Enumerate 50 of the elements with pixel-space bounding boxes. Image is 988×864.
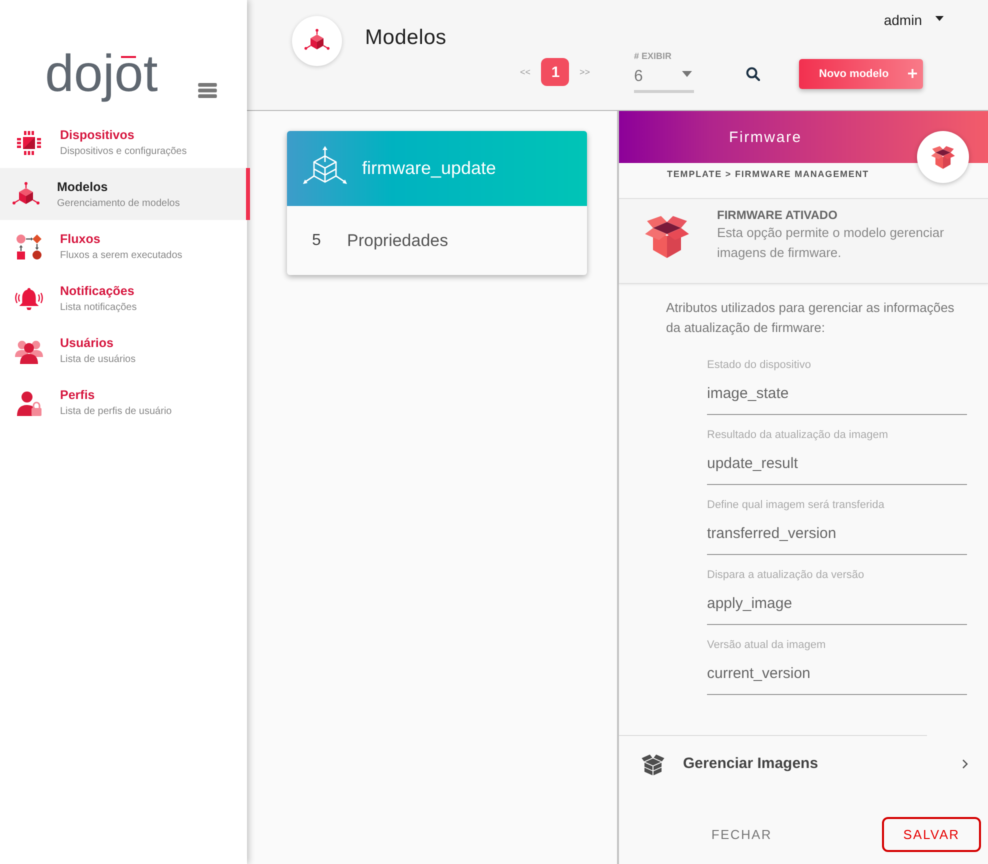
template-card[interactable]: firmware_update 5 Propriedades: [287, 131, 587, 275]
box-icon: [917, 131, 969, 183]
breadcrumb: TEMPLATE > FIRMWARE MANAGEMENT: [666, 168, 870, 181]
text-field[interactable]: transferred_version: [707, 524, 967, 555]
properties-label: Propriedades: [347, 230, 448, 250]
new-model-button[interactable]: Novo modelo: [799, 58, 923, 88]
chip-icon: [15, 129, 43, 157]
next-page-link[interactable]: >>: [579, 66, 590, 78]
template-name: firmware_update: [362, 158, 496, 179]
previous-page-link[interactable]: <<: [520, 66, 530, 78]
intro-text: Atributos utilizados para gerenciar as informações da atualização de firmware:: [666, 299, 956, 337]
field-label: Resultado da atualização da imagem: [707, 428, 890, 442]
user-menu[interactable]: admin: [884, 11, 944, 29]
cube-icon: [292, 16, 342, 66]
field-label: Estado do dispositivo: [707, 358, 812, 372]
box-icon: [643, 216, 691, 258]
sidebar-item[interactable]: Modelos Gerenciamento de modelos: [0, 168, 250, 220]
menu-icon[interactable]: [198, 83, 217, 98]
field-label: Define qual imagem será transferida: [707, 498, 886, 512]
field-label: Versão atual da imagem: [707, 638, 827, 652]
page-button[interactable]: 1: [541, 58, 570, 86]
search-icon[interactable]: [746, 67, 760, 81]
property-count: 5: [312, 232, 322, 250]
text-field[interactable]: image_state: [707, 384, 967, 415]
panel-title: Firmware: [729, 128, 802, 146]
sidebar-item[interactable]: Dispositivos Dispositivos e configurações: [0, 116, 250, 168]
caret-icon: [935, 16, 944, 20]
plus-icon: [908, 69, 917, 78]
text-field[interactable]: current_version: [707, 664, 967, 695]
logo: dojot: [45, 44, 158, 104]
page-title: Modelos: [365, 26, 446, 50]
page-size-select[interactable]: 6: [634, 64, 694, 93]
feature-title: FIRMWARE ATIVADO: [717, 208, 838, 222]
caret-icon: [682, 71, 692, 77]
sidebar-item[interactable]: Notificações Lista notificações: [0, 272, 250, 324]
flowchart-icon: [15, 233, 43, 261]
action-button[interactable]: FECHAR: [691, 817, 792, 852]
bell-icon: [15, 285, 43, 313]
text-field[interactable]: update_result: [707, 454, 967, 485]
sidebar-item[interactable]: Perfis Lista de perfis de usuário: [0, 376, 250, 428]
sidebar-item[interactable]: Fluxos Fluxos a serem executados: [0, 220, 250, 272]
text-field[interactable]: apply_image: [707, 594, 967, 625]
sidebar-item[interactable]: Usuários Lista de usuários: [0, 324, 250, 376]
user-lock-icon: [15, 389, 43, 417]
field-label: # EXIBIR: [634, 51, 673, 62]
chevron-right-icon: [962, 758, 968, 768]
field-label: Dispara a atualização da versão: [707, 568, 866, 582]
manage-images-item[interactable]: Gerenciar Imagens: [619, 736, 988, 791]
feature-description: Esta opção permite o modelo gerenciar imagens de firmware.: [717, 224, 945, 262]
action-button[interactable]: SALVAR: [882, 817, 981, 852]
